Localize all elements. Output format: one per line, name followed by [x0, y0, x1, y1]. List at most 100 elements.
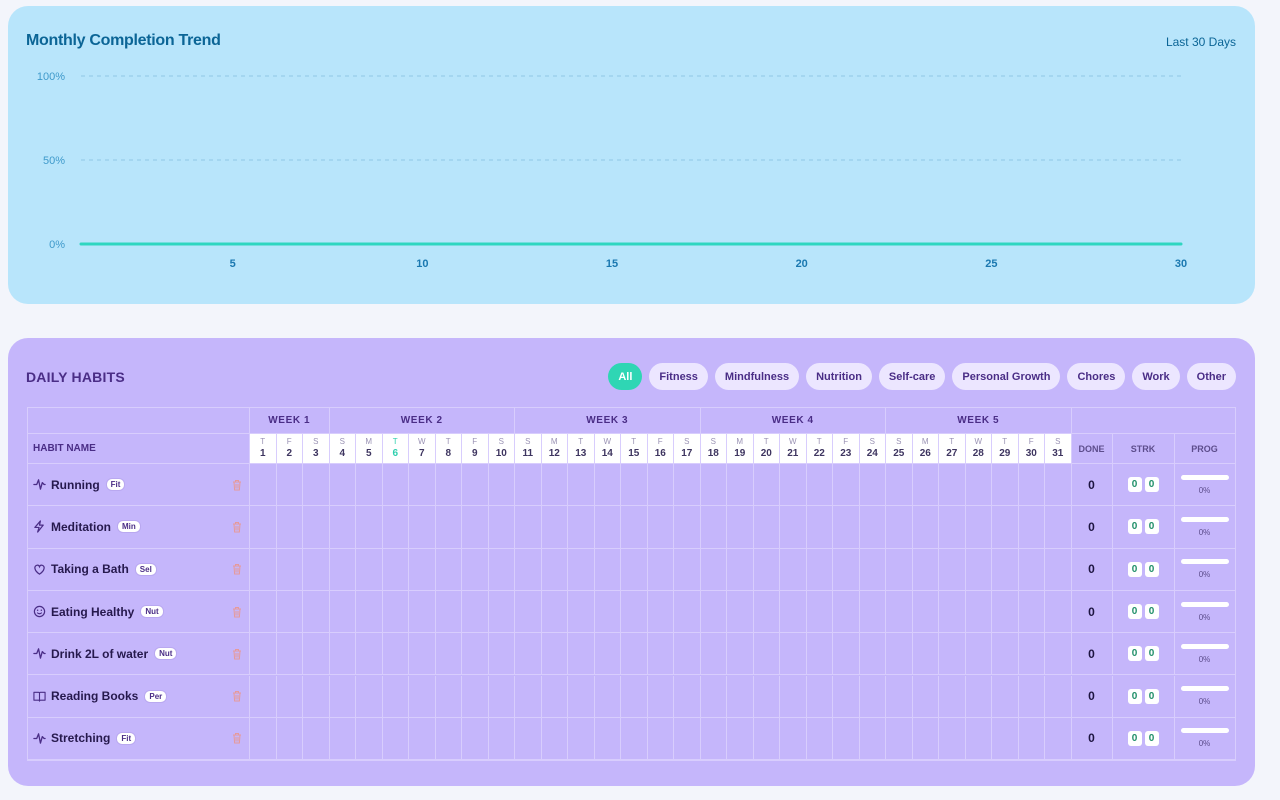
filter-chip-chores[interactable]: Chores — [1067, 363, 1126, 390]
habit-day-cell[interactable] — [329, 548, 356, 591]
habit-day-cell[interactable] — [303, 675, 330, 718]
habit-day-cell[interactable] — [568, 675, 595, 718]
habit-day-cell[interactable] — [674, 548, 701, 591]
habit-day-cell[interactable] — [1018, 548, 1045, 591]
habit-day-cell[interactable] — [409, 506, 436, 549]
habit-day-cell[interactable] — [594, 548, 621, 591]
habit-day-cell[interactable] — [647, 633, 674, 676]
habit-day-cell[interactable] — [806, 675, 833, 718]
habit-day-cell[interactable] — [700, 675, 727, 718]
habit-day-cell[interactable] — [276, 464, 303, 507]
habit-day-cell[interactable] — [700, 464, 727, 507]
habit-day-cell[interactable] — [621, 633, 648, 676]
habit-row-name[interactable]: Reading Books Per — [27, 675, 250, 718]
habit-day-cell[interactable] — [886, 506, 913, 549]
trash-icon[interactable] — [232, 690, 242, 702]
habit-day-cell[interactable] — [488, 675, 515, 718]
habit-day-cell[interactable] — [806, 548, 833, 591]
habit-day-cell[interactable] — [647, 506, 674, 549]
habit-day-cell[interactable] — [806, 590, 833, 634]
trash-icon[interactable] — [232, 563, 242, 575]
habit-day-cell[interactable] — [329, 633, 356, 676]
habit-day-cell[interactable] — [594, 506, 621, 549]
habit-day-cell[interactable] — [409, 464, 436, 507]
habit-day-cell[interactable] — [488, 633, 515, 676]
habit-day-cell[interactable] — [329, 464, 356, 507]
habit-day-cell[interactable] — [992, 633, 1019, 676]
habit-day-cell[interactable] — [753, 633, 780, 676]
habit-day-cell[interactable] — [515, 717, 542, 761]
filter-chip-fitness[interactable]: Fitness — [649, 363, 708, 390]
habit-day-cell[interactable] — [674, 675, 701, 718]
habit-day-cell[interactable] — [435, 633, 462, 676]
habit-day-cell[interactable] — [382, 590, 409, 634]
habit-day-cell[interactable] — [753, 464, 780, 507]
habit-day-cell[interactable] — [1018, 633, 1045, 676]
habit-day-cell[interactable] — [303, 548, 330, 591]
habit-day-cell[interactable] — [833, 506, 860, 549]
habit-day-cell[interactable] — [621, 590, 648, 634]
habit-day-cell[interactable] — [250, 464, 277, 507]
habit-day-cell[interactable] — [674, 506, 701, 549]
filter-chip-other[interactable]: Other — [1186, 363, 1236, 390]
habit-day-cell[interactable] — [621, 717, 648, 761]
habit-day-cell[interactable] — [1045, 717, 1072, 761]
habit-day-cell[interactable] — [462, 717, 489, 761]
habit-day-cell[interactable] — [727, 506, 754, 549]
habit-day-cell[interactable] — [1045, 506, 1072, 549]
habit-day-cell[interactable] — [727, 590, 754, 634]
habit-row-name[interactable]: Eating Healthy Nut — [27, 590, 250, 634]
habit-day-cell[interactable] — [356, 633, 383, 676]
habit-day-cell[interactable] — [833, 590, 860, 634]
habit-day-cell[interactable] — [886, 464, 913, 507]
habit-day-cell[interactable] — [488, 506, 515, 549]
habit-day-cell[interactable] — [727, 548, 754, 591]
habit-day-cell[interactable] — [594, 464, 621, 507]
habit-day-cell[interactable] — [886, 633, 913, 676]
habit-day-cell[interactable] — [647, 590, 674, 634]
habit-day-cell[interactable] — [1045, 633, 1072, 676]
habit-day-cell[interactable] — [382, 633, 409, 676]
habit-day-cell[interactable] — [515, 590, 542, 634]
habit-day-cell[interactable] — [382, 464, 409, 507]
habit-day-cell[interactable] — [568, 633, 595, 676]
habit-day-cell[interactable] — [488, 548, 515, 591]
habit-day-cell[interactable] — [356, 675, 383, 718]
habit-day-cell[interactable] — [462, 590, 489, 634]
filter-chip-mindfulness[interactable]: Mindfulness — [714, 363, 800, 390]
habit-day-cell[interactable] — [780, 675, 807, 718]
habit-day-cell[interactable] — [780, 633, 807, 676]
habit-day-cell[interactable] — [356, 717, 383, 761]
habit-day-cell[interactable] — [621, 506, 648, 549]
habit-day-cell[interactable] — [939, 590, 966, 634]
habit-day-cell[interactable] — [992, 717, 1019, 761]
habit-day-cell[interactable] — [1018, 675, 1045, 718]
habit-day-cell[interactable] — [1045, 548, 1072, 591]
habit-day-cell[interactable] — [356, 506, 383, 549]
habit-day-cell[interactable] — [303, 717, 330, 761]
habit-day-cell[interactable] — [939, 675, 966, 718]
habit-day-cell[interactable] — [700, 633, 727, 676]
habit-day-cell[interactable] — [276, 717, 303, 761]
habit-day-cell[interactable] — [541, 548, 568, 591]
habit-day-cell[interactable] — [250, 590, 277, 634]
habit-day-cell[interactable] — [435, 675, 462, 718]
habit-day-cell[interactable] — [409, 675, 436, 718]
habit-day-cell[interactable] — [912, 590, 939, 634]
habit-day-cell[interactable] — [780, 464, 807, 507]
habit-day-cell[interactable] — [541, 506, 568, 549]
habit-day-cell[interactable] — [753, 548, 780, 591]
habit-day-cell[interactable] — [435, 548, 462, 591]
habit-day-cell[interactable] — [462, 675, 489, 718]
habit-day-cell[interactable] — [912, 675, 939, 718]
habit-day-cell[interactable] — [435, 506, 462, 549]
habit-day-cell[interactable] — [939, 633, 966, 676]
habit-day-cell[interactable] — [833, 675, 860, 718]
habit-day-cell[interactable] — [780, 590, 807, 634]
habit-day-cell[interactable] — [356, 590, 383, 634]
habit-day-cell[interactable] — [621, 548, 648, 591]
habit-day-cell[interactable] — [462, 548, 489, 591]
filter-chip-personal-growth[interactable]: Personal Growth — [952, 363, 1061, 390]
habit-day-cell[interactable] — [303, 590, 330, 634]
habit-day-cell[interactable] — [462, 633, 489, 676]
